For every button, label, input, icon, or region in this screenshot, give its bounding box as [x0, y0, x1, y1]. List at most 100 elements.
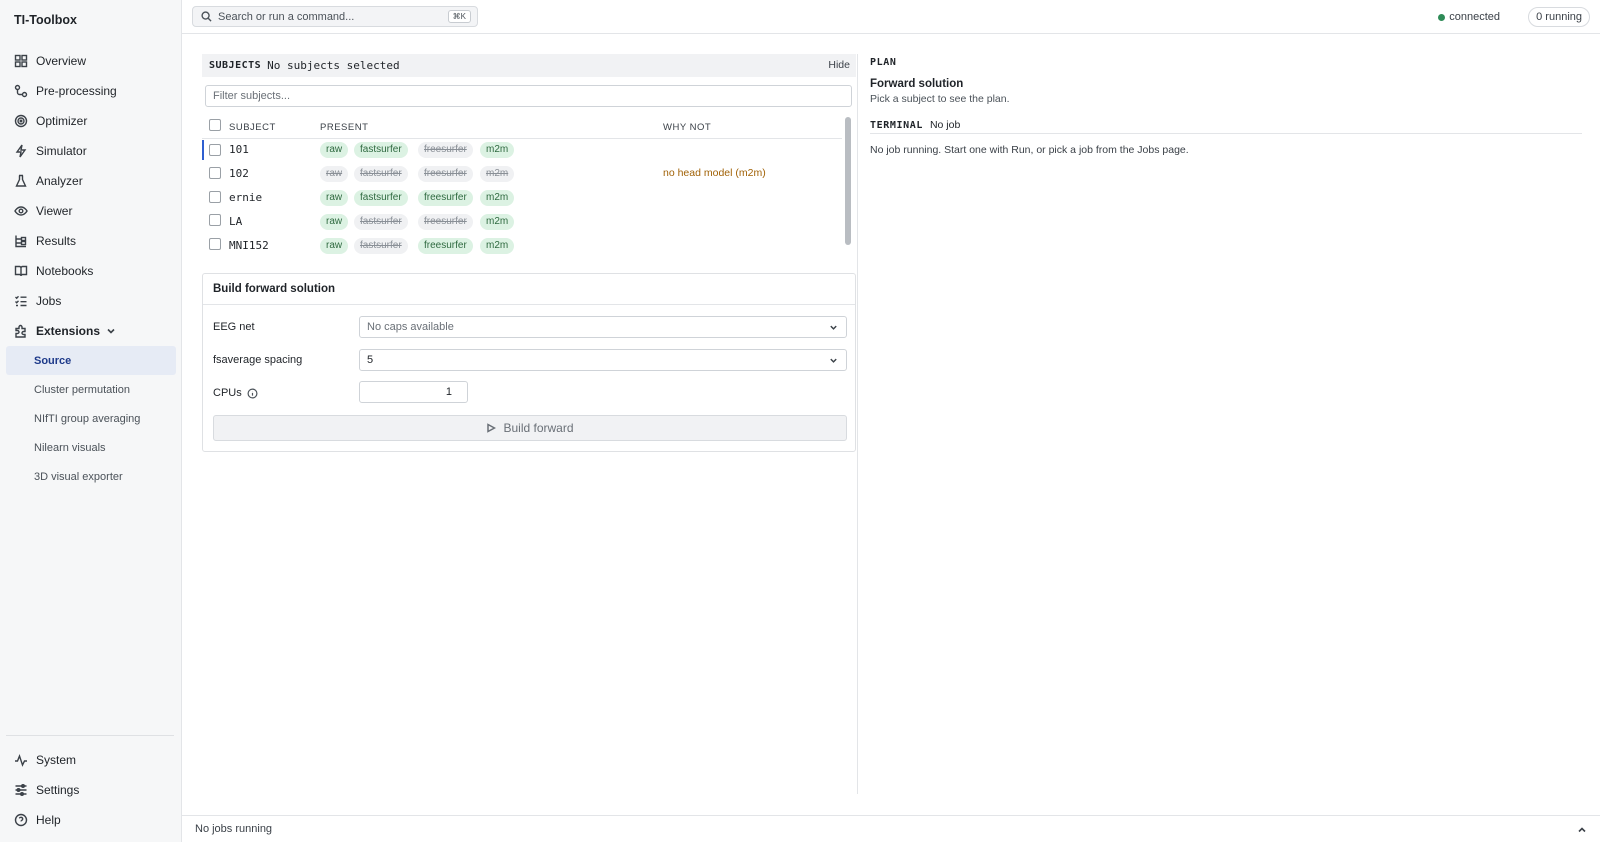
subject-name: ernie: [229, 191, 263, 204]
sidebar-item-help[interactable]: Help: [6, 805, 176, 835]
chip-fastsurfer: fastsurfer: [354, 166, 408, 182]
chevron-up-icon[interactable]: [1577, 825, 1587, 835]
subjects-scrollbar[interactable]: [845, 117, 851, 245]
info-icon[interactable]: [247, 388, 258, 399]
subjects-label: SUBJECTS: [209, 60, 262, 71]
chip-freesurfer: freesurfer: [418, 190, 473, 206]
search-placeholder: Search or run a command...: [218, 10, 355, 23]
subjects-header: SUBJECTS No subjects selected Hide: [202, 54, 856, 77]
select-all-checkbox[interactable]: [209, 119, 221, 131]
chip-raw: raw: [320, 238, 349, 254]
fsaverage-spacing-select[interactable]: 5: [359, 349, 847, 371]
bolt-icon: [14, 144, 28, 158]
card-divider: [203, 304, 855, 305]
sidebar-item-label: Viewer: [36, 204, 73, 218]
sidebar-item-label: Analyzer: [36, 174, 83, 188]
sidebar-item-extensions[interactable]: Extensions: [6, 316, 176, 346]
chip-fastsurfer: fastsurfer: [354, 214, 408, 230]
sidebar-item-preprocessing[interactable]: Pre-processing: [6, 76, 176, 106]
why-not-text: no head model (m2m): [663, 167, 766, 179]
row-checkbox[interactable]: [209, 238, 221, 250]
app-title: TI-Toolbox: [14, 13, 77, 27]
sidebar-subitem-nifti-group-averaging[interactable]: NIfTI group averaging: [6, 404, 176, 433]
chip-m2m: m2m: [480, 142, 515, 158]
chip-freesurfer: freesurfer: [418, 214, 473, 230]
chip-fastsurfer: fastsurfer: [354, 238, 408, 254]
sidebar-item-label: Simulator: [36, 144, 87, 158]
workflow-icon: [14, 84, 28, 98]
sidebar-item-notebooks[interactable]: Notebooks: [6, 256, 176, 286]
sidebar-item-settings[interactable]: Settings: [6, 775, 176, 805]
cpus-label-text: CPUs: [213, 387, 242, 399]
sidebar-item-label: Overview: [36, 54, 87, 68]
sidebar-subitem-3d-visual-exporter[interactable]: 3D visual exporter: [6, 462, 176, 491]
plan-label: PLAN: [870, 57, 897, 68]
row-checkbox[interactable]: [209, 191, 221, 203]
chip-m2m: m2m: [480, 238, 515, 254]
connection-label: connected: [1449, 11, 1500, 23]
sidebar: TI-Toolbox Overview Pre-processing Optim…: [0, 0, 182, 842]
sidebar-item-label: Results: [36, 234, 77, 248]
chip-m2m: m2m: [480, 214, 515, 230]
chip-m2m: m2m: [480, 190, 515, 206]
table-row[interactable]: 102 raw fastsurfer freesurfer m2m no hea…: [202, 162, 842, 185]
sliders-icon: [14, 783, 28, 797]
sidebar-subitem-source[interactable]: Source: [6, 346, 176, 375]
grid-icon: [14, 54, 28, 68]
sidebar-subitem-nilearn-visuals[interactable]: Nilearn visuals: [6, 433, 176, 462]
sidebar-item-jobs[interactable]: Jobs: [6, 286, 176, 316]
jobs-footer[interactable]: No jobs running: [182, 815, 1600, 842]
sidebar-item-system[interactable]: System: [6, 745, 176, 775]
running-jobs-badge[interactable]: 0 running: [1528, 7, 1590, 27]
chip-raw: raw: [320, 142, 349, 158]
puzzle-icon: [14, 324, 28, 338]
status-dot-icon: [1438, 13, 1446, 21]
activity-icon: [14, 753, 28, 767]
fsaverage-spacing-value: 5: [367, 354, 374, 366]
sidebar-subitem-cluster-permutation[interactable]: Cluster permutation: [6, 375, 176, 404]
play-icon: [487, 423, 497, 433]
row-checkbox[interactable]: [209, 144, 221, 156]
hide-subjects-button[interactable]: Hide: [828, 59, 850, 71]
sidebar-item-results[interactable]: Results: [6, 226, 176, 256]
chip-m2m: m2m: [480, 166, 515, 182]
top-bar: Search or run a command... ⌘K connected …: [182, 0, 1600, 34]
filter-subjects-input[interactable]: Filter subjects...: [205, 85, 852, 107]
row-checkbox[interactable]: [209, 214, 221, 226]
sidebar-item-label: Help: [36, 813, 61, 827]
table-row[interactable]: ernie raw fastsurfer freesurfer m2m: [202, 186, 842, 209]
table-row[interactable]: MNI152 raw fastsurfer freesurfer m2m: [202, 234, 842, 257]
chevron-down-icon: [830, 325, 837, 330]
sidebar-item-overview[interactable]: Overview: [6, 46, 176, 76]
plan-title: Forward solution: [870, 78, 964, 90]
sidebar-item-label: Jobs: [36, 294, 62, 308]
sidebar-item-simulator[interactable]: Simulator: [6, 136, 176, 166]
table-row[interactable]: LA raw fastsurfer freesurfer m2m: [202, 210, 842, 233]
bottom-nav: System Settings Help: [6, 745, 176, 835]
row-checkbox[interactable]: [209, 167, 221, 179]
terminal-divider: [870, 133, 1582, 134]
sidebar-item-label: Pre-processing: [36, 84, 117, 98]
plan-subtitle: Pick a subject to see the plan.: [870, 93, 1010, 105]
chip-raw: raw: [320, 214, 349, 230]
sidebar-item-label: System: [36, 753, 77, 767]
sidebar-item-optimizer[interactable]: Optimizer: [6, 106, 176, 136]
table-row[interactable]: 101 raw fastsurfer freesurfer m2m: [202, 138, 842, 161]
chip-raw: raw: [320, 190, 349, 206]
sidebar-item-analyzer[interactable]: Analyzer: [6, 166, 176, 196]
sidebar-item-viewer[interactable]: Viewer: [6, 196, 176, 226]
book-icon: [14, 264, 28, 278]
chip-fastsurfer: fastsurfer: [354, 142, 408, 158]
build-forward-card: Build forward solution EEG net No caps a…: [202, 273, 856, 452]
column-why-not: WHY NOT: [663, 122, 712, 133]
chevron-down-icon: [106, 326, 116, 336]
table-header: SUBJECT PRESENT WHY NOT: [202, 115, 842, 139]
cpus-input[interactable]: 1: [359, 381, 468, 403]
sidebar-divider: [6, 735, 174, 736]
eeg-net-label: EEG net: [213, 321, 255, 333]
eeg-net-select[interactable]: No caps available: [359, 316, 847, 338]
build-forward-button[interactable]: Build forward: [213, 415, 847, 441]
subjects-selection: No subjects selected: [267, 59, 400, 72]
command-search[interactable]: Search or run a command... ⌘K: [192, 6, 478, 27]
terminal-message: No job running. Start one with Run, or p…: [870, 144, 1189, 156]
